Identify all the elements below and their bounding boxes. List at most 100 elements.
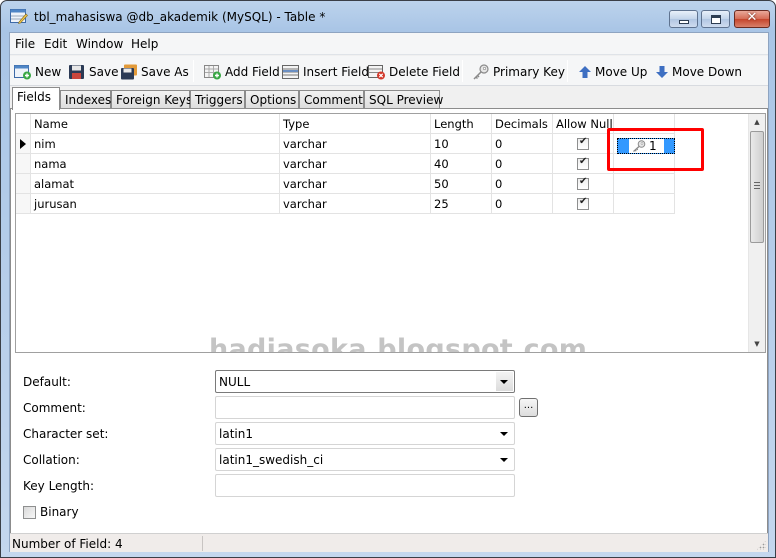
allow-null-checkbox[interactable] — [577, 136, 589, 150]
minimize-button[interactable] — [669, 10, 698, 28]
column-header-type[interactable]: Type — [280, 114, 431, 134]
scrollbar-thumb[interactable] — [750, 131, 764, 243]
cell-allow-null[interactable] — [553, 174, 614, 194]
move-down-button[interactable]: Move Down — [655, 62, 742, 82]
primary-key-button[interactable]: Primary Key — [472, 62, 565, 82]
resize-grip-icon[interactable] — [756, 540, 766, 550]
column-header-decimals[interactable]: Decimals — [492, 114, 553, 134]
status-separator — [202, 536, 203, 551]
charset-value: latin1 — [219, 427, 253, 441]
fields-grid: Name Type Length Decimals Allow Null nim… — [15, 113, 766, 353]
cell-decimals[interactable]: 0 — [492, 134, 553, 154]
charset-label: Character set: — [23, 427, 109, 441]
cell-decimals[interactable]: 0 — [492, 194, 553, 214]
status-bar: Number of Field: 4 — [10, 533, 768, 552]
save-icon — [69, 65, 84, 79]
scroll-up-arrow-icon[interactable]: ▲ — [749, 114, 765, 130]
cell-length[interactable]: 50 — [431, 174, 492, 194]
close-icon: ✕ — [746, 10, 758, 25]
comment-edit-button[interactable]: ... — [519, 398, 538, 417]
save-as-label: Save As — [141, 65, 189, 79]
tab-indexes[interactable]: Indexes — [60, 90, 111, 109]
toolbar: New Save Save As Add Field Insert Field … — [10, 56, 768, 86]
tab-sql-preview[interactable]: SQL Preview — [364, 90, 443, 109]
default-combo[interactable]: NULL — [215, 370, 515, 393]
charset-select[interactable]: latin1 — [215, 422, 515, 445]
cell-name[interactable]: jurusan — [31, 194, 280, 214]
tab-triggers[interactable]: Triggers — [190, 90, 245, 109]
key-length-field[interactable] — [215, 474, 515, 497]
allow-null-checkbox[interactable] — [577, 196, 589, 210]
menu-file[interactable]: File — [15, 37, 35, 51]
new-button[interactable]: New — [14, 62, 61, 82]
cell-type[interactable]: varchar — [280, 154, 431, 174]
toolbar-separator — [567, 60, 568, 82]
collation-select[interactable]: latin1_swedish_ci — [215, 448, 515, 471]
cell-name[interactable]: alamat — [31, 174, 280, 194]
allow-null-checkbox[interactable] — [577, 156, 589, 170]
highlight-annotation — [607, 128, 704, 171]
cell-length[interactable]: 10 — [431, 134, 492, 154]
menu-edit[interactable]: Edit — [44, 37, 67, 51]
table-row[interactable]: alamat varchar 50 0 — [16, 174, 676, 194]
new-table-icon — [14, 65, 31, 80]
cell-key[interactable] — [614, 194, 675, 214]
save-label: Save — [89, 65, 119, 79]
app-window: tbl_mahasiswa @db_akademik (MySQL) - Tab… — [0, 0, 776, 558]
save-button[interactable]: Save — [68, 62, 118, 82]
column-header-allow-null[interactable]: Allow Null — [553, 114, 614, 134]
insert-field-button[interactable]: Insert Field — [282, 62, 369, 82]
watermark: hadiasoka.blogspot.com — [209, 334, 588, 353]
row-indicator — [16, 194, 31, 214]
menu-bar: File Edit Window Help — [10, 33, 768, 55]
cell-type[interactable]: varchar — [280, 194, 431, 214]
tab-comment[interactable]: Comment — [299, 90, 364, 109]
cell-key[interactable] — [614, 174, 675, 194]
maximize-button[interactable] — [701, 10, 730, 28]
menu-window[interactable]: Window — [76, 37, 123, 51]
fields-panel: Name Type Length Decimals Allow Null nim… — [10, 108, 768, 541]
cell-name[interactable]: nama — [31, 154, 280, 174]
table-row[interactable]: nama varchar 40 0 — [16, 154, 676, 174]
cell-type[interactable]: varchar — [280, 174, 431, 194]
cell-length[interactable]: 25 — [431, 194, 492, 214]
cell-type[interactable]: varchar — [280, 134, 431, 154]
cell-length[interactable]: 40 — [431, 154, 492, 174]
comment-field[interactable] — [215, 396, 515, 419]
chevron-down-icon — [500, 380, 508, 384]
cell-decimals[interactable]: 0 — [492, 154, 553, 174]
move-up-button[interactable]: Move Up — [578, 62, 647, 82]
cell-decimals[interactable]: 0 — [492, 174, 553, 194]
scroll-down-arrow-icon[interactable]: ▼ — [749, 336, 765, 352]
default-label: Default: — [23, 375, 71, 389]
column-header-length[interactable]: Length — [431, 114, 492, 134]
column-header-name[interactable]: Name — [31, 114, 280, 134]
binary-label[interactable]: Binary — [40, 505, 79, 519]
table-design-icon — [10, 9, 28, 24]
save-as-button[interactable]: Save As — [120, 62, 189, 82]
grid-vertical-scrollbar[interactable]: ▲ ▼ — [748, 114, 765, 352]
default-dropdown-button[interactable] — [496, 372, 513, 391]
add-field-button[interactable]: Add Field — [204, 62, 280, 82]
table-row[interactable]: nim varchar 10 0 — [16, 134, 676, 154]
row-indicator — [16, 154, 31, 174]
table-row[interactable]: jurusan varchar 25 0 — [16, 194, 676, 214]
tab-fields[interactable]: Fields — [12, 87, 60, 110]
cell-allow-null[interactable] — [553, 194, 614, 214]
cell-name[interactable]: nim — [31, 134, 280, 154]
row-indicator — [16, 134, 31, 154]
delete-field-button[interactable]: Delete Field — [368, 62, 460, 82]
maximize-icon — [711, 15, 721, 24]
tab-options[interactable]: Options — [245, 90, 299, 109]
grid-header: Name Type Length Decimals Allow Null — [16, 114, 676, 134]
binary-checkbox[interactable] — [23, 506, 36, 519]
title-bar[interactable]: tbl_mahasiswa @db_akademik (MySQL) - Tab… — [1, 1, 775, 33]
cell-allow-null[interactable] — [553, 134, 614, 154]
menu-help[interactable]: Help — [131, 37, 158, 51]
chevron-down-icon — [500, 458, 508, 462]
allow-null-checkbox[interactable] — [577, 176, 589, 190]
close-button[interactable]: ✕ — [734, 10, 770, 28]
cell-allow-null[interactable] — [553, 154, 614, 174]
arrow-up-icon — [579, 66, 591, 78]
tab-foreign-keys[interactable]: Foreign Keys — [111, 90, 192, 109]
